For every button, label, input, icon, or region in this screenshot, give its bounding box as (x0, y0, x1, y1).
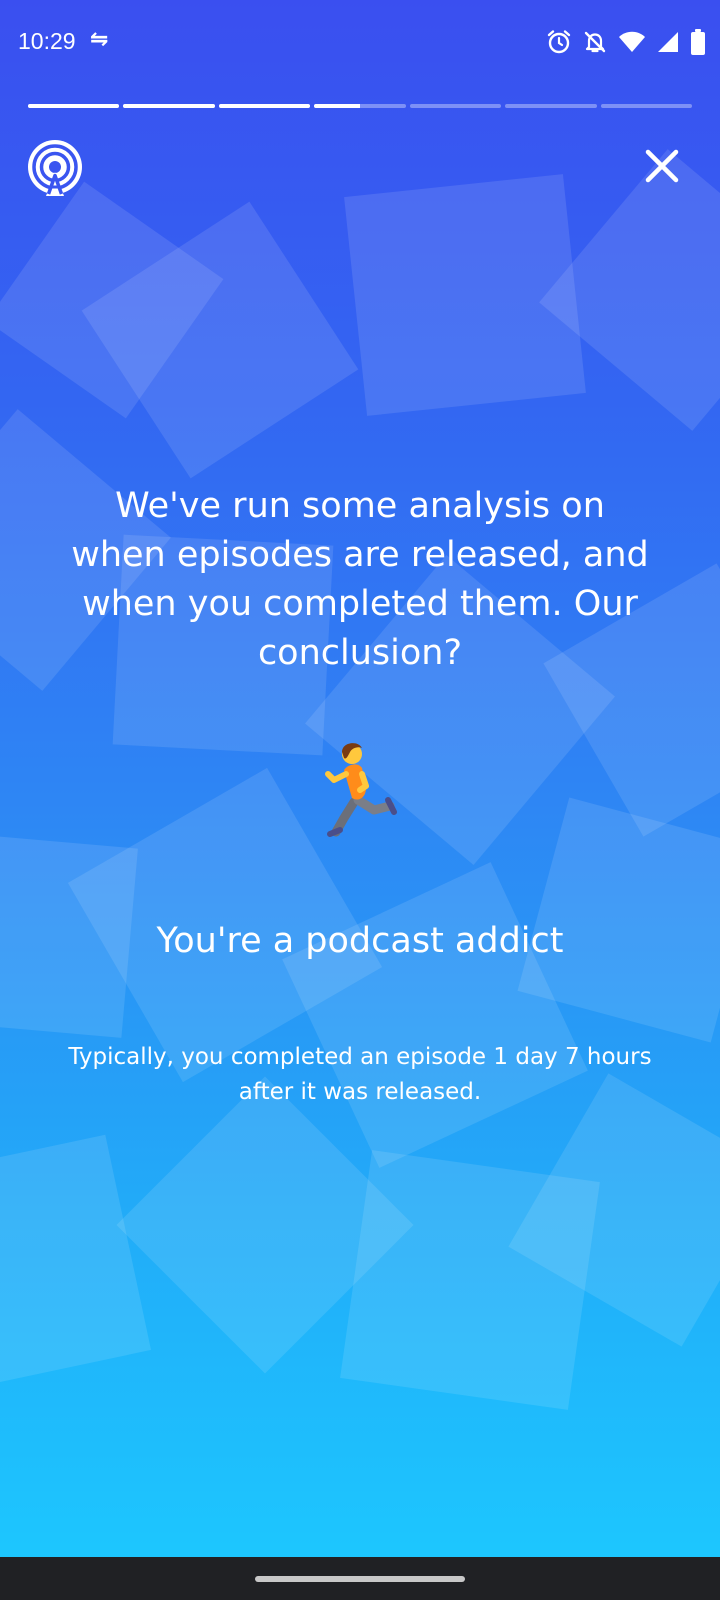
wifi-icon (619, 31, 645, 52)
story-progress-segment (600, 104, 692, 108)
story-verdict: You're a podcast addict (156, 921, 564, 961)
home-gesture-handle[interactable] (255, 1576, 465, 1582)
navigation-bar (0, 1557, 720, 1600)
story-detail: Typically, you completed an episode 1 da… (68, 1044, 652, 1105)
notifications-off-icon (584, 31, 606, 53)
story-progress-fill (123, 104, 215, 108)
signal-icon (658, 32, 678, 52)
story-progress-segment (218, 104, 311, 108)
story-progress-segment (123, 104, 215, 108)
story-progress-segment (28, 104, 120, 108)
close-icon (645, 149, 679, 183)
background-square (0, 1134, 152, 1386)
story-progress (28, 104, 692, 108)
story-screen: 10:29 ⇋ We've run some analysis on when … (0, 0, 720, 1600)
person-running-emoji (325, 743, 397, 837)
status-time: 10:29 (18, 28, 76, 54)
story-progress-segment (409, 104, 502, 108)
sync-icon: ⇋ (90, 27, 109, 52)
story-progress-fill (28, 104, 120, 108)
story-progress-segment (314, 104, 406, 108)
story-progress-fill (218, 104, 311, 108)
status-bar: 10:29 ⇋ (0, 0, 720, 86)
close-button[interactable] (642, 146, 686, 190)
battery-icon (691, 29, 705, 55)
alarm-icon (547, 30, 571, 54)
story-progress-fill (314, 104, 360, 108)
podcast-app-logo (28, 140, 82, 196)
story-headline: We've run some analysis on when episodes… (71, 486, 649, 673)
status-icons (546, 26, 706, 58)
story-progress-segment (505, 104, 597, 108)
